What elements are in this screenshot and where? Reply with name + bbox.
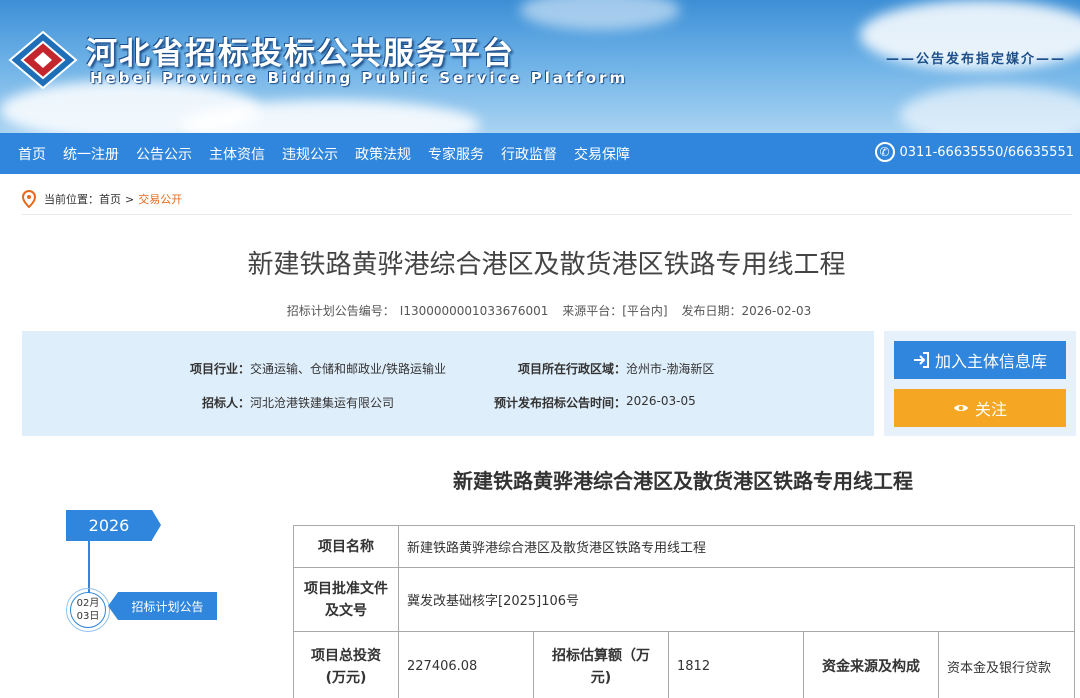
hotline: ✆ 0311-66635550/66635551 <box>874 142 1075 162</box>
date-value: 2026-02-03 <box>741 304 812 318</box>
location-pin-icon <box>22 190 36 208</box>
timeline-month: 02月 <box>76 598 100 609</box>
tenderer-value: 河北沧港铁建集运有限公司 <box>250 396 395 410</box>
follow-button[interactable]: 关注 <box>894 389 1066 427</box>
hotline-number: 0311-66635550/66635551 <box>899 144 1075 160</box>
cloud-decoration <box>900 85 1080 133</box>
plan-tag-arrow <box>108 592 118 620</box>
breadcrumb-current[interactable]: 交易公开 <box>138 191 182 207</box>
site-logo-icon[interactable] <box>8 30 78 90</box>
year-tag-arrow <box>152 510 161 540</box>
source-label: 来源平台： <box>562 304 623 318</box>
industry-row: 项目行业： 交通运输、仓储和邮政业/铁路运输业 <box>160 360 446 377</box>
nav-item-announcements[interactable]: 公告公示 <box>136 144 192 164</box>
investment-label-line1: 项目总投资 <box>311 647 381 664</box>
project-name-value: 新建铁路黄骅港综合港区及散货港区铁路专用线工程 <box>398 525 1075 568</box>
page-title: 新建铁路黄骅港综合港区及散货港区铁路专用线工程 <box>247 250 846 280</box>
nav-item-home[interactable]: 首页 <box>18 144 46 164</box>
project-summary <box>22 331 874 436</box>
timeline-year: 2026 <box>66 510 152 541</box>
investment-label-line2: (万元) <box>325 669 367 686</box>
add-to-library-button[interactable]: 加入主体信息库 <box>894 341 1066 379</box>
table-row: 项目总投资 (万元) 227406.08 招标估算额（万 元) 1812 资金来… <box>293 631 1075 698</box>
project-detail-table: 项目名称 新建铁路黄骅港综合港区及散货港区铁路专用线工程 项目批准文件 及文号 … <box>293 525 1075 698</box>
nav-item-violations[interactable]: 违规公示 <box>282 144 338 164</box>
fund-source-label: 资金来源及构成 <box>803 631 939 698</box>
region-row: 项目所在行政区域： 沧州市-渤海新区 <box>480 360 714 377</box>
code-value: I1300000001033676001 <box>399 304 549 318</box>
planned-label: 预计发布招标公告时间： <box>493 396 626 410</box>
site-subtitle: Hebei Province Bidding Public Service Pl… <box>90 69 629 87</box>
tenderer-label: 招标人： <box>201 396 250 410</box>
timeline-date: 02月 03日 <box>70 592 106 628</box>
divider <box>22 214 1072 215</box>
estimate-label-line1: 招标估算额（万 <box>552 647 650 664</box>
investment-value: 227406.08 <box>398 631 534 698</box>
nav-item-register[interactable]: 统一注册 <box>63 144 119 164</box>
timeline-day: 03日 <box>76 611 100 622</box>
nav-item-supervision[interactable]: 行政监督 <box>501 144 557 164</box>
fund-source-value: 资本金及银行贷款 <box>938 631 1075 698</box>
announcement-meta: 招标计划公告编号： I1300000001033676001 来源平台：[平台内]… <box>0 302 1080 319</box>
nav-item-experts[interactable]: 专家服务 <box>428 144 484 164</box>
source-value: [平台内] <box>622 304 668 318</box>
nav-item-policy[interactable]: 政策法规 <box>355 144 411 164</box>
detail-title: 新建铁路黄骅港综合港区及散货港区铁路专用线工程 <box>453 469 913 493</box>
planned-row: 预计发布招标公告时间： 2026-03-05 <box>480 394 696 411</box>
follow-label: 关注 <box>974 400 1007 419</box>
eye-icon <box>953 405 968 411</box>
cloud-decoration <box>520 0 680 30</box>
approval-label-line2: 及文号 <box>325 602 367 619</box>
investment-label: 项目总投资 (万元) <box>293 631 399 698</box>
approval-label: 项目批准文件 及文号 <box>293 567 399 632</box>
phone-icon: ✆ <box>874 142 895 162</box>
nav-item-credit[interactable]: 主体资信 <box>209 144 265 164</box>
header-banner: 河北省招标投标公共服务平台 Hebei Province Bidding Pub… <box>0 0 1080 133</box>
region-label: 项目所在行政区域： <box>517 362 626 376</box>
tenderer-row: 招标人： 河北沧港铁建集运有限公司 <box>160 394 394 411</box>
code-label: 招标计划公告编号： <box>286 304 395 318</box>
planned-value: 2026-03-05 <box>626 394 696 408</box>
add-to-library-label: 加入主体信息库 <box>934 352 1047 371</box>
nav-item-guarantee[interactable]: 交易保障 <box>574 144 630 164</box>
approval-label-line1: 项目批准文件 <box>304 580 388 597</box>
region-value: 沧州市-渤海新区 <box>626 362 715 376</box>
breadcrumb-home[interactable]: 首页 <box>99 191 121 207</box>
date-label: 发布日期： <box>681 304 742 318</box>
table-row: 项目名称 新建铁路黄骅港综合港区及散货港区铁路专用线工程 <box>293 525 1075 568</box>
media-tag: ——公告发布指定媒介—— <box>885 52 1066 67</box>
estimate-label-line2: 元) <box>590 669 612 686</box>
breadcrumb-prefix: 当前位置： <box>44 193 99 206</box>
estimate-value: 1812 <box>668 631 804 698</box>
industry-label: 项目行业： <box>189 362 250 376</box>
project-name-label: 项目名称 <box>293 525 399 568</box>
estimate-label: 招标估算额（万 元) <box>533 631 669 698</box>
approval-value: 冀发改基础核字[2025]106号 <box>398 567 1075 632</box>
page: 河北省招标投标公共服务平台 Hebei Province Bidding Pub… <box>0 0 1080 698</box>
breadcrumb: 当前位置： 首页 > 交易公开 <box>22 190 182 208</box>
site-title[interactable]: 河北省招标投标公共服务平台 <box>86 28 515 73</box>
sign-in-icon <box>913 352 929 368</box>
timeline-event-tag[interactable]: 招标计划公告 <box>118 592 217 620</box>
industry-value: 交通运输、仓储和邮政业/铁路运输业 <box>250 362 447 376</box>
breadcrumb-separator: > <box>125 192 135 206</box>
table-row: 项目批准文件 及文号 冀发改基础核字[2025]106号 <box>293 567 1075 632</box>
